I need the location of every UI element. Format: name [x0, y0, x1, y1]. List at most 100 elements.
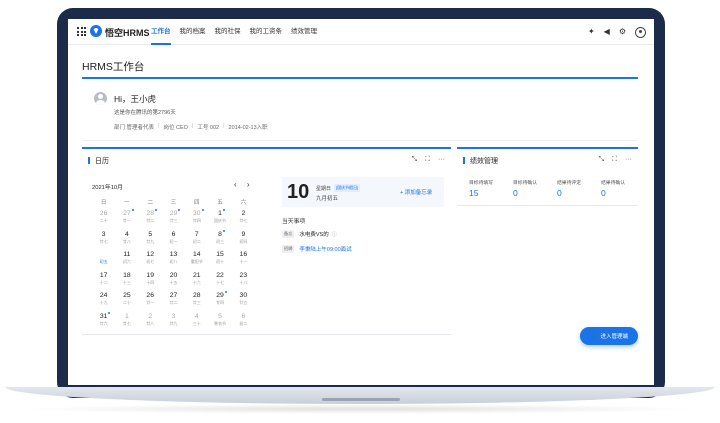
day-number-text: 1	[125, 312, 129, 320]
calendar-day[interactable]: 6 初一	[162, 230, 185, 251]
day-number: 5	[139, 230, 162, 239]
lunar-date: 廿九	[146, 238, 155, 244]
performance-tools: ⤡ ⛶ ···	[590, 155, 632, 164]
calendar-day[interactable]: 18 十三	[115, 271, 138, 292]
gear-icon[interactable]: ⚙	[619, 26, 626, 38]
user-avatar-icon[interactable]	[635, 26, 646, 38]
calendar-day-today[interactable]: 10 初五	[92, 249, 115, 271]
calendar-day[interactable]: 1 国庆节	[208, 209, 231, 230]
calendar-day[interactable]: 6 初二	[232, 312, 255, 333]
performance-stat[interactable]: 目标待填写 15	[469, 179, 513, 198]
nav-item[interactable]: 绩效管理	[291, 19, 317, 45]
collapse-icon[interactable]: ⤡	[411, 155, 417, 164]
prev-month-icon[interactable]: ‹	[234, 180, 237, 189]
push-pin-icon[interactable]: ✦	[588, 26, 595, 38]
calendar-day[interactable]: 29 廿三	[162, 209, 185, 230]
lunar-date: 廿九	[169, 320, 178, 326]
day-number-text: 2	[148, 312, 153, 320]
calendar-day[interactable]: 14 重阳节	[185, 250, 208, 271]
screen: 悟空HRMS 工作台 我的档案 我的社保 我的工资条 绩效管理 ✦ ◀ ⚙ HRMS工作…	[68, 19, 654, 385]
nav-item[interactable]: 我的社保	[215, 19, 241, 45]
performance-stats: 目标待填写 15 目标待确认 0 结果待评定 0 结果待确认 0	[469, 179, 645, 198]
weekday-label: 六	[240, 200, 247, 206]
calendar-week: 31 廿六 1 廿七 2 廿八 3 廿九 4 三十 5 寒衣节 6 初二	[92, 311, 255, 333]
speaker-icon[interactable]: ◀	[604, 26, 610, 38]
holiday-badge: [国庆节假日]	[334, 184, 361, 192]
calendar-day[interactable]: 30 廿四	[185, 209, 208, 230]
performance-stat[interactable]: 结果待评定 0	[557, 179, 601, 198]
lunar-date: 初七	[146, 259, 155, 264]
calendar-day[interactable]: 28 廿二	[139, 209, 162, 230]
calendar-day[interactable]: 5 廿九	[139, 230, 162, 251]
top-navigation: 悟空HRMS 工作台 我的档案 我的社保 我的工资条 绩效管理 ✦ ◀ ⚙	[68, 19, 654, 45]
calendar-day[interactable]: 4 廿八	[115, 230, 138, 251]
calendar-day[interactable]: 30 廿五	[232, 291, 255, 312]
day-number: 31	[92, 311, 115, 321]
calendar-day[interactable]: 9 初四	[232, 230, 255, 251]
calendar-day[interactable]: 2 廿八	[139, 312, 162, 333]
stat-label: 结果待评定	[557, 181, 581, 186]
event-item[interactable]: 备忘 水电费VS的 ⓘ	[282, 230, 337, 238]
weekday-label: 五	[217, 200, 223, 206]
calendar-day[interactable]: 7 初二	[185, 230, 208, 251]
calendar-day[interactable]: 27 廿二	[162, 291, 185, 312]
calendar-day[interactable]: 24 十九	[92, 291, 115, 312]
calendar-day[interactable]: 31 廿六	[92, 311, 115, 333]
more-icon[interactable]: ···	[438, 155, 445, 164]
lunar-date: 十六	[192, 279, 201, 285]
calendar-day[interactable]: 29 廿四	[208, 291, 231, 312]
calendar-day[interactable]: 15 初十	[208, 250, 231, 271]
calendar-week: 26 二十 27 廿一 28 廿二 29 廿三 30 廿四 1 国庆节 2 廿七	[92, 209, 255, 230]
fullscreen-icon[interactable]: ⛶	[612, 155, 617, 164]
calendar-day[interactable]: 25 二十	[115, 291, 138, 312]
calendar-day[interactable]: 17 十二	[92, 271, 115, 292]
calendar-day[interactable]: 3 廿七	[92, 230, 115, 251]
next-month-icon[interactable]: ›	[247, 180, 250, 189]
performance-stat[interactable]: 目标待确认 0	[513, 179, 557, 198]
nav-item[interactable]: 我的档案	[180, 19, 206, 45]
add-memo-button[interactable]: + 添加备忘录	[400, 188, 432, 196]
day-number: 28	[139, 209, 162, 218]
day-number-text: 29	[216, 292, 224, 299]
calendar-day[interactable]: 1 廿七	[115, 312, 138, 333]
day-number: 9	[232, 230, 255, 239]
nav-item[interactable]: 工作台	[151, 19, 171, 45]
calendar-day[interactable]: 26 廿一	[139, 291, 162, 312]
lunar-date: 二十	[122, 300, 131, 305]
calendar-day[interactable]: 13 初八	[162, 250, 185, 271]
calendar-week: 3 廿七 4 廿八 5 廿九 6 初一 7 初二 8 初三 9 初四	[92, 229, 255, 251]
calendar-day[interactable]: 28 廿三	[185, 291, 208, 312]
calendar-day[interactable]: 2 廿七	[232, 209, 255, 230]
calendar-day[interactable]: 8 初三	[208, 229, 231, 251]
apps-grid-icon[interactable]	[77, 27, 86, 36]
lunar-date: 二十	[99, 218, 108, 223]
calendar-day[interactable]: 23 十八	[232, 271, 255, 292]
calendar-day[interactable]: 20 十五	[162, 271, 185, 292]
calendar-day[interactable]: 12 初七	[139, 250, 162, 271]
calendar-day[interactable]: 21 十六	[185, 271, 208, 292]
weekday-label: 二	[147, 200, 153, 206]
fullscreen-icon[interactable]: ⛶	[425, 155, 430, 164]
calendar-day[interactable]: 11 初六	[115, 250, 138, 271]
calendar-day[interactable]: 26 二十	[92, 209, 115, 230]
calendar-day[interactable]: 22 十七	[208, 271, 231, 292]
lunar-date: 廿一	[146, 300, 155, 305]
more-icon[interactable]: ···	[625, 155, 632, 164]
info-icon[interactable]: ⓘ	[332, 231, 337, 238]
calendar-day[interactable]: 3 廿九	[162, 312, 185, 333]
calendar-day[interactable]: 27 廿一	[115, 209, 138, 230]
nav-item[interactable]: 我的工资条	[250, 19, 283, 45]
calendar-day[interactable]: 16 十一	[232, 250, 255, 271]
event-text[interactable]: 李秉陆上午09:00面试	[299, 245, 351, 253]
event-item[interactable]: 招聘 李秉陆上午09:00面试	[282, 245, 352, 253]
admin-portal-button[interactable]: 👤 进入管理端	[580, 327, 638, 345]
day-number: 29	[208, 291, 231, 300]
day-number: 14	[185, 250, 208, 259]
calendar-day[interactable]: 5 寒衣节	[208, 312, 231, 333]
calendar-day[interactable]: 19 十四	[139, 271, 162, 292]
performance-stat[interactable]: 结果待确认 0	[601, 179, 645, 198]
day-number: 29	[162, 209, 185, 218]
calendar-day[interactable]: 4 三十	[185, 312, 208, 333]
collapse-icon[interactable]: ⤡	[598, 155, 604, 164]
day-number: 30	[185, 209, 208, 218]
